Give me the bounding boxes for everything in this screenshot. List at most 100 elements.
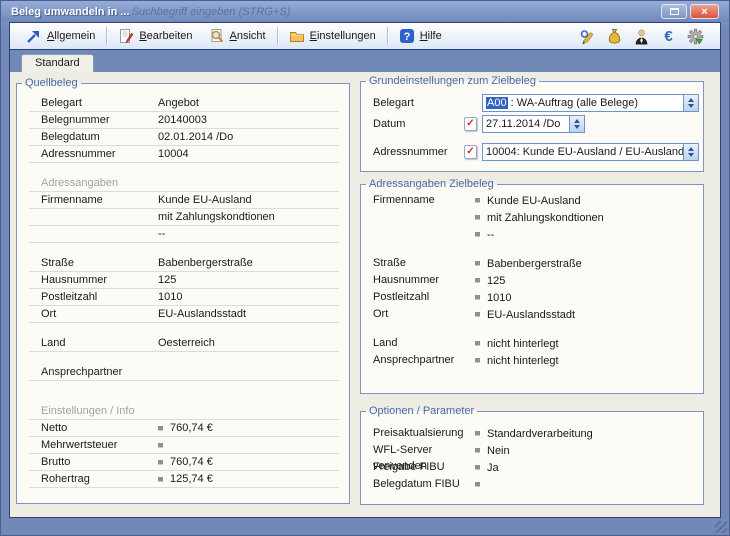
tabstrip: Standard bbox=[10, 50, 720, 72]
belegart-row: Belegart A00 : WA-Auftrag (alle Belege) bbox=[373, 93, 703, 112]
field-row: Ansprechpartnernicht hinterlegt bbox=[363, 352, 703, 369]
field-row: Landnicht hinterlegt bbox=[363, 335, 703, 352]
field-row: Postleitzahl1010 bbox=[29, 289, 339, 306]
window-title: Beleg umwandeln in ... bbox=[11, 6, 130, 18]
menu-hilfe[interactable]: ? Hilfe bbox=[391, 26, 450, 46]
bullet-square-icon bbox=[158, 477, 163, 482]
field-row: Belegdatum FIBU bbox=[363, 476, 703, 493]
field-row: BelegartAngebot bbox=[29, 95, 339, 112]
field-row: LandOesterreich bbox=[29, 335, 339, 352]
menubar-separator bbox=[277, 27, 278, 45]
section-header: Adressangaben bbox=[29, 175, 339, 192]
field-row: Brutto760,74 € bbox=[29, 454, 339, 471]
section-header: Einstellungen / Info bbox=[29, 403, 339, 420]
spinner-button[interactable] bbox=[683, 144, 698, 160]
field-row: Postleitzahl1010 bbox=[363, 289, 703, 306]
field-row: -- bbox=[29, 226, 339, 243]
bullet-square-icon bbox=[475, 261, 480, 266]
menu-label: Hilfe bbox=[420, 30, 442, 42]
field-row: StraßeBabenbergerstraße bbox=[29, 255, 339, 272]
field-row: OrtEU-Auslandsstadt bbox=[29, 306, 339, 323]
magnifier-icon bbox=[209, 28, 225, 44]
panel-optionen-parameter: Optionen / Parameter PreisaktualsierungS… bbox=[360, 405, 704, 505]
bullet-square-icon bbox=[475, 312, 480, 317]
menu-bearbeiten[interactable]: Bearbeiten bbox=[110, 26, 200, 46]
field-row: PreisaktualsierungStandardverarbeitung bbox=[363, 425, 703, 442]
tab-standard[interactable]: Standard bbox=[21, 54, 94, 72]
field-row: FirmennameKunde EU-Ausland bbox=[29, 192, 339, 209]
titlebar: Beleg umwandeln in ... Suchbegriff einge… bbox=[1, 1, 729, 22]
resize-grip[interactable] bbox=[715, 521, 727, 533]
panel-adressangaben-zielbeleg: Adressangaben Zielbeleg FirmennameKunde … bbox=[360, 178, 704, 394]
spin-up-icon bbox=[574, 119, 580, 123]
field-row: Belegnummer20140003 bbox=[29, 112, 339, 129]
gear-icon[interactable] bbox=[687, 28, 704, 45]
person-icon[interactable] bbox=[633, 28, 650, 45]
bullet-square-icon bbox=[475, 358, 480, 363]
panel-title: Optionen / Parameter bbox=[366, 405, 477, 417]
menu-label: Allgemein bbox=[47, 30, 95, 42]
maximize-button[interactable] bbox=[661, 4, 687, 19]
toolbar-right-icons: € bbox=[579, 28, 712, 45]
search-hint: Suchbegriff eingeben (STRG+S) bbox=[132, 6, 291, 18]
spin-down-icon bbox=[688, 104, 694, 108]
bullet-square-icon bbox=[475, 278, 480, 283]
field-row: Netto760,74 € bbox=[29, 420, 339, 437]
field-row: Ansprechpartner bbox=[29, 364, 339, 381]
panel-grundeinstellungen: Grundeinstellungen zum Zielbeleg Belegar… bbox=[360, 75, 704, 172]
spinner-button[interactable] bbox=[683, 95, 698, 111]
bullet-square-icon bbox=[475, 232, 480, 237]
spinner-button[interactable] bbox=[569, 116, 584, 132]
panel-quellbeleg: Quellbeleg BelegartAngebot Belegnummer20… bbox=[16, 77, 350, 504]
bullet-square-icon bbox=[475, 431, 480, 436]
euro-icon[interactable]: € bbox=[660, 28, 677, 45]
help-icon: ? bbox=[399, 28, 415, 44]
red-check-icon[interactable]: ✓ bbox=[464, 117, 477, 131]
folder-icon bbox=[289, 28, 305, 44]
bullet-square-icon bbox=[475, 465, 480, 470]
bullet-square-icon bbox=[475, 198, 480, 203]
maximize-icon bbox=[670, 8, 679, 15]
bullet-square-icon bbox=[475, 215, 480, 220]
adressnummer-row: Adressnummer ✓ 10004: Kunde EU-Ausland /… bbox=[373, 142, 703, 161]
menubar-separator bbox=[106, 27, 107, 45]
spin-down-icon bbox=[574, 125, 580, 129]
bullet-square-icon bbox=[475, 295, 480, 300]
datum-spinbox[interactable]: 27.11.2014 /Do bbox=[482, 115, 585, 133]
content-area: Quellbeleg BelegartAngebot Belegnummer20… bbox=[10, 72, 720, 517]
menu-label: Einstellungen bbox=[310, 30, 376, 42]
panel-title: Adressangaben Zielbeleg bbox=[366, 178, 497, 190]
field-row: mit Zahlungskondtionen bbox=[29, 209, 339, 226]
red-check-icon[interactable]: ✓ bbox=[464, 145, 477, 159]
selected-text: A00 bbox=[486, 97, 508, 109]
field-row: StraßeBabenbergerstraße bbox=[363, 255, 703, 272]
pen-icon[interactable] bbox=[579, 28, 596, 45]
belegart-combobox[interactable]: A00 : WA-Auftrag (alle Belege) bbox=[482, 94, 699, 112]
app-window: Beleg umwandeln in ... Suchbegriff einge… bbox=[0, 0, 730, 536]
money-bag-icon[interactable] bbox=[606, 28, 623, 45]
window-frame: Allgemein Bearbeiten Ansicht Eins bbox=[9, 22, 721, 518]
field-row: Belegdatum02.01.2014 /Do bbox=[29, 129, 339, 146]
close-button[interactable]: × bbox=[690, 4, 719, 19]
menu-label: Ansicht bbox=[230, 30, 266, 42]
spin-up-icon bbox=[688, 98, 694, 102]
menu-einstellungen[interactable]: Einstellungen bbox=[281, 26, 384, 46]
field-row: OrtEU-Auslandsstadt bbox=[363, 306, 703, 323]
panel-title: Quellbeleg bbox=[22, 77, 81, 89]
panel-title: Grundeinstellungen zum Zielbeleg bbox=[366, 75, 539, 87]
field-row: Mehrwertsteuer bbox=[29, 437, 339, 454]
bullet-square-icon bbox=[475, 448, 480, 453]
menu-ansicht[interactable]: Ansicht bbox=[201, 26, 274, 46]
adressnummer-combobox[interactable]: 10004: Kunde EU-Ausland / EU-Auslandssta… bbox=[482, 143, 699, 161]
bullet-square-icon bbox=[475, 482, 480, 487]
spin-down-icon bbox=[688, 153, 694, 157]
field-row: Adressnummer10004 bbox=[29, 146, 339, 163]
bullet-square-icon bbox=[158, 460, 163, 465]
bullet-square-icon bbox=[158, 426, 163, 431]
spin-up-icon bbox=[688, 147, 694, 151]
window-controls: × bbox=[661, 4, 719, 19]
svg-text:?: ? bbox=[403, 31, 410, 43]
menu-allgemein[interactable]: Allgemein bbox=[18, 26, 103, 46]
bullet-square-icon bbox=[158, 443, 163, 448]
field-row: mit Zahlungskondtionen bbox=[363, 209, 703, 226]
